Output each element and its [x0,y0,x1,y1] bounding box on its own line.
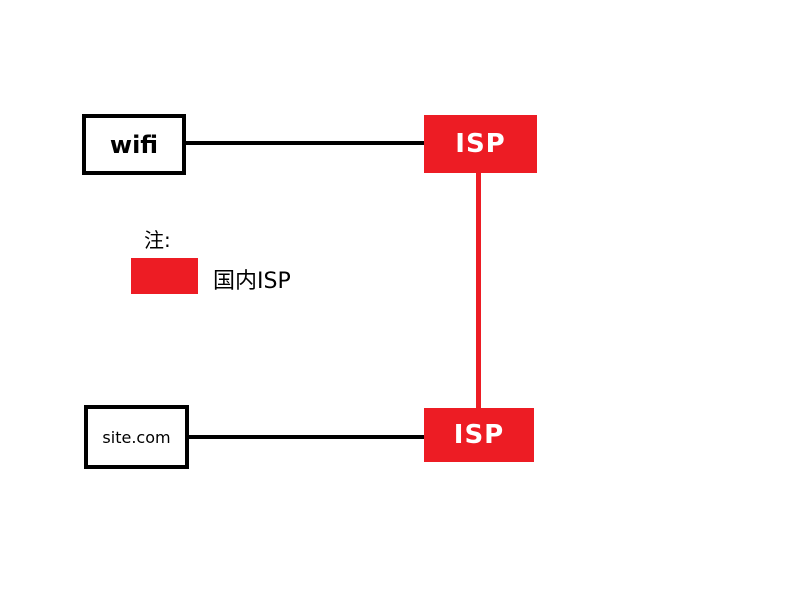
wifi-label: wifi [109,130,159,159]
wifi-node: wifi [82,114,186,175]
site-isp-link [186,435,426,439]
isp-bottom-node: ISP [424,408,534,462]
wifi-isp-link [184,141,426,145]
isp-top-node: ISP [424,115,537,173]
legend-heading: 注: [144,228,171,252]
legend-entry-label: 国内ISP [213,269,291,294]
isp-bottom-label: ISP [453,420,505,450]
isp-isp-link [476,172,481,410]
legend-swatch [131,258,198,294]
site-node: site.com [84,405,189,469]
isp-top-label: ISP [455,129,506,159]
site-label: site.com [102,427,171,447]
